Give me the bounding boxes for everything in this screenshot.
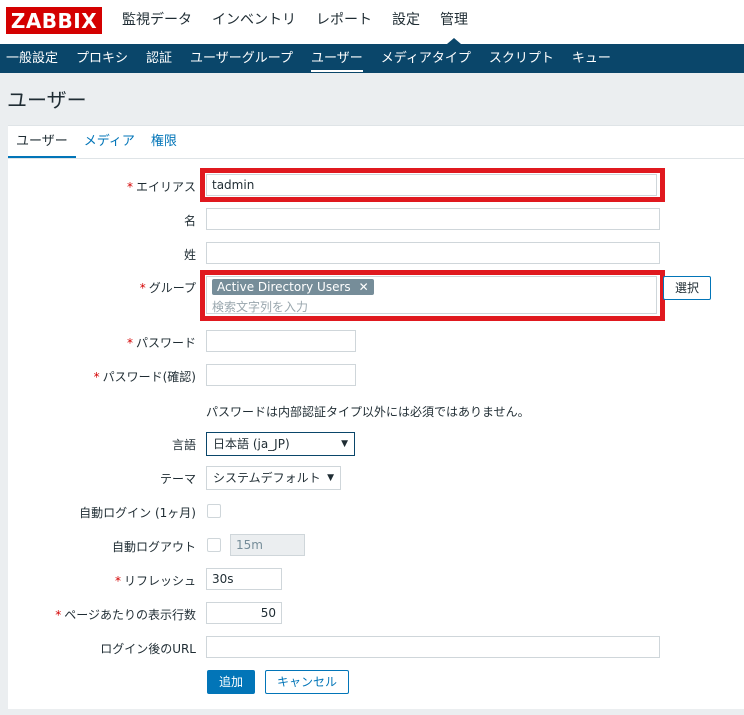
surname-input[interactable] — [206, 242, 660, 264]
refresh-label: * リフレッシュ — [115, 572, 196, 589]
submenu-user-groups[interactable]: ユーザーグループ — [181, 44, 302, 73]
password-label: * パスワード — [127, 334, 196, 351]
password-confirm-input[interactable] — [206, 364, 356, 386]
groups-multiselect[interactable]: Active Directory Users ✕ 検索文字列を入力 — [206, 276, 657, 314]
required-mark: * — [114, 574, 121, 588]
autologout-label: 自動ログアウト — [111, 540, 196, 554]
password-label-text: パスワード — [135, 336, 196, 350]
tab-user[interactable]: ユーザー — [8, 126, 76, 158]
submenu-scripts[interactable]: スクリプト — [480, 44, 563, 73]
alias-label-text: エイリアス — [135, 180, 196, 194]
autologin-checkbox[interactable] — [207, 504, 221, 518]
password-note: パスワードは内部認証タイプ以外には必須ではありません。 — [206, 405, 530, 419]
group-tag: Active Directory Users ✕ — [212, 279, 374, 295]
main-menu: 監視データ インベントリ レポート 設定 管理 — [112, 0, 478, 44]
submenu-general[interactable]: 一般設定 — [0, 44, 67, 73]
submenu-users[interactable]: ユーザー — [302, 44, 372, 73]
autologout-input: 15m — [230, 534, 305, 556]
surname-label: 姓 — [183, 248, 196, 262]
language-select[interactable]: 日本語 (ja_JP) ▼ — [206, 432, 355, 456]
group-tag-label: Active Directory Users — [217, 280, 351, 294]
url-label: ログイン後のURL — [100, 642, 196, 656]
form-tabs: ユーザー メディア 権限 — [8, 126, 185, 158]
theme-select[interactable]: システムデフォルト ▼ — [206, 466, 341, 490]
alias-input[interactable]: tadmin — [206, 174, 657, 196]
submenu-authentication[interactable]: 認証 — [137, 44, 181, 73]
required-mark: * — [93, 370, 100, 384]
user-form-panel: ユーザー メディア 権限 * エイリアス tadmin 名 姓 * グループ Act… — [8, 125, 744, 709]
alias-label: * エイリアス — [127, 178, 196, 195]
language-value: 日本語 (ja_JP) — [213, 437, 290, 451]
page-title: ユーザー — [7, 88, 87, 112]
name-label: 名 — [183, 214, 196, 228]
sub-menu: 一般設定 プロキシ 認証 ユーザーグループ ユーザー メディアタイプ スクリプト… — [0, 44, 744, 73]
groups-label-text: グループ — [148, 281, 196, 295]
groups-label: * グループ — [140, 279, 196, 296]
rows-per-page-input[interactable]: 50 — [206, 602, 282, 624]
autologin-label: 自動ログイン (1ヶ月) — [79, 506, 196, 520]
url-input[interactable] — [206, 636, 660, 658]
password-confirm-label-text: パスワード(確認) — [102, 370, 196, 384]
chevron-down-icon: ▼ — [341, 439, 348, 449]
refresh-input[interactable]: 30s — [206, 568, 282, 590]
menu-inventory[interactable]: インベントリ — [202, 0, 306, 44]
cancel-button[interactable]: キャンセル — [265, 670, 349, 694]
name-input[interactable] — [206, 208, 660, 230]
password-input[interactable] — [206, 330, 356, 352]
tabs-divider — [8, 158, 744, 159]
tab-permissions[interactable]: 権限 — [143, 126, 185, 158]
close-icon[interactable]: ✕ — [359, 280, 369, 294]
refresh-label-text: リフレッシュ — [123, 574, 196, 588]
submenu-queue[interactable]: キュー — [563, 44, 620, 73]
theme-label: テーマ — [159, 472, 196, 486]
required-mark: * — [126, 336, 133, 350]
required-mark: * — [139, 281, 146, 295]
menu-reports[interactable]: レポート — [306, 0, 382, 44]
zabbix-logo[interactable]: ZABBIX — [6, 7, 102, 34]
submenu-proxies[interactable]: プロキシ — [67, 44, 137, 73]
rows-per-page-label-text: ページあたりの表示行数 — [64, 608, 196, 622]
add-button[interactable]: 追加 — [207, 670, 255, 694]
tab-media[interactable]: メディア — [76, 126, 143, 158]
top-header: ZABBIX 監視データ インベントリ レポート 設定 管理 — [0, 0, 744, 44]
autologout-checkbox[interactable] — [207, 538, 221, 552]
chevron-down-icon: ▼ — [327, 473, 334, 483]
rows-per-page-label: * ページあたりの表示行数 — [55, 606, 196, 623]
groups-select-button[interactable]: 選択 — [663, 276, 711, 300]
groups-search-placeholder[interactable]: 検索文字列を入力 — [212, 297, 308, 317]
password-confirm-label: * パスワード(確認) — [94, 368, 196, 385]
menu-configuration[interactable]: 設定 — [382, 0, 430, 44]
submenu-media-types[interactable]: メディアタイプ — [372, 44, 480, 73]
menu-monitoring[interactable]: 監視データ — [112, 0, 202, 44]
required-mark: * — [126, 180, 133, 194]
required-mark: * — [55, 608, 62, 622]
language-label: 言語 — [171, 438, 196, 452]
theme-value: システムデフォルト — [213, 471, 321, 485]
menu-administration[interactable]: 管理 — [430, 0, 478, 44]
